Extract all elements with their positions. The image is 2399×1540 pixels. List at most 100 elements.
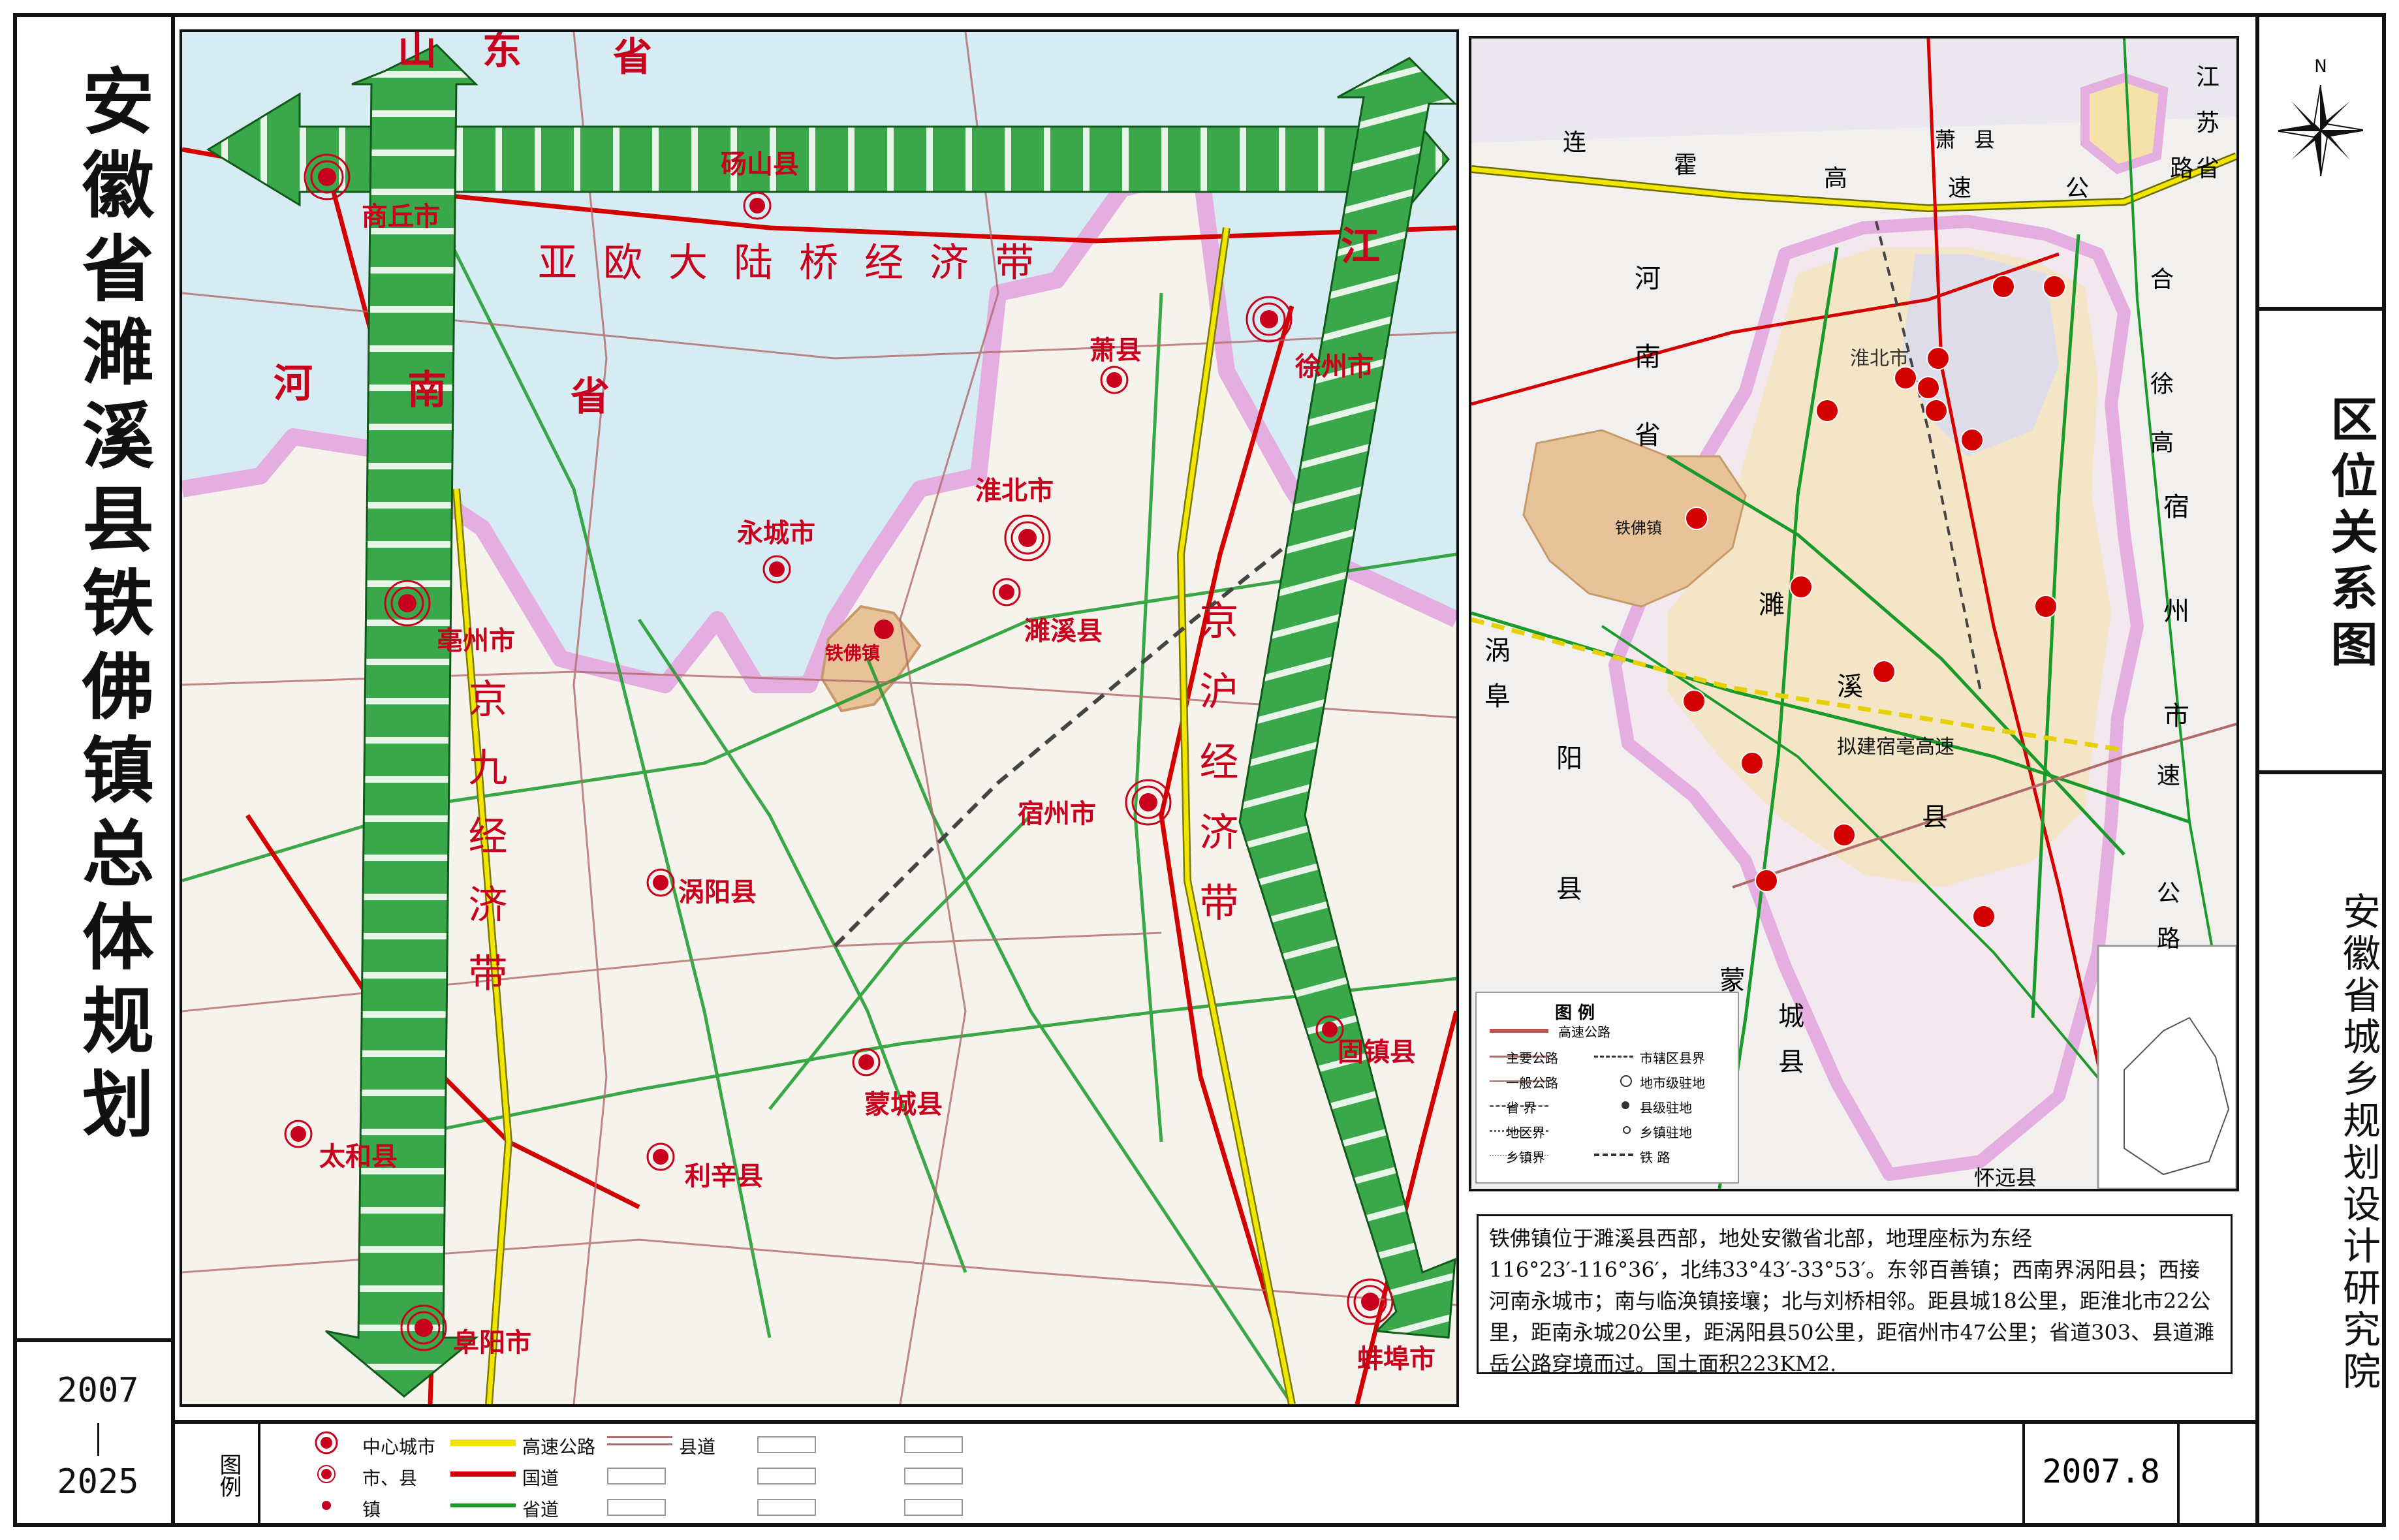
inset-label: 徐 <box>2150 371 2174 398</box>
inset-label: 阜 <box>1484 682 1511 712</box>
city-label: 商丘市 <box>362 202 440 232</box>
location-description: 铁佛镇位于濉溪县西部，地处安徽省北部，地理座标为东经116°23′-116°36… <box>1477 1214 2233 1376</box>
center-city-marker <box>301 151 353 206</box>
inset-map[interactable]: 连 霍 高 速 公 路 萧 县 江 苏 省 河 南 省 淮北市 濉 溪 县 宿 … <box>1469 36 2239 1191</box>
province-label: 山 <box>398 29 437 74</box>
corridor-label-jinghu: 京沪经济带 <box>1193 600 1238 952</box>
inset-label: 市 <box>2163 701 2189 731</box>
sheet-title: 区位关系图 <box>2323 395 2377 676</box>
legend-swatch <box>1623 1126 1631 1134</box>
inset-label: 城 <box>1778 1001 1804 1031</box>
legend-swatch <box>1622 1101 1629 1109</box>
inset-legend-item: 地区界 <box>1506 1125 1545 1140</box>
county-label: 利辛县 <box>685 1161 763 1191</box>
north-arrow: N <box>2274 52 2367 189</box>
county-marker <box>851 1047 881 1080</box>
corridor-label-eurasia: 亚欧大陆桥经济带 <box>538 240 1060 286</box>
city-label: 亳州市 <box>437 626 515 656</box>
county-marker <box>742 191 772 223</box>
inset-label: 霍 <box>1674 152 1698 179</box>
page-title: 安徽省濉溪县铁佛镇总体规划 <box>70 64 153 1150</box>
main-map[interactable]: 山 东 省 河 南 省 江 亚欧大陆桥经济带 京沪经济带 京九经济带 商丘市 徐… <box>180 29 1459 1407</box>
year-start: 2007 <box>57 1371 139 1410</box>
inset-town-label: 铁佛镇 <box>1615 515 1662 538</box>
inset-label: 合 <box>2150 266 2174 293</box>
center-city-marker <box>1243 293 1295 348</box>
inset-legend-item: 地市级驻地 <box>1640 1075 1705 1091</box>
inset-label: 拟建宿亳高速 <box>1837 736 1954 759</box>
divider <box>2177 1420 2180 1527</box>
inset-label: 公 <box>2065 175 2090 202</box>
date-label: 2007.8 <box>2042 1453 2160 1490</box>
inset-label: 县 <box>1556 874 1582 904</box>
legend-empty-box <box>904 1436 963 1453</box>
inset-label: 河 <box>1635 264 1661 294</box>
divider <box>2255 307 2386 311</box>
inset-label: 速 <box>1948 175 1972 202</box>
inset-label: 阳 <box>1556 744 1582 774</box>
county-label: 萧县 <box>1090 336 1142 366</box>
center-city-marker <box>398 1302 450 1357</box>
inset-label: 怀远县 <box>1974 1165 2037 1190</box>
legend-expressway-swatch <box>450 1439 516 1446</box>
legend-item-label: 高速公路 <box>522 1436 596 1458</box>
county-marker <box>762 554 792 587</box>
legend-empty-box <box>607 1499 666 1516</box>
inset-label: 速 <box>2157 762 2181 789</box>
inset-label: 萧 <box>1935 127 1956 152</box>
legend-item-label: 国道 <box>522 1468 559 1489</box>
province-label: 省 <box>571 374 610 420</box>
inset-label: 高 <box>1824 165 1848 192</box>
legend-national-road-swatch <box>450 1471 516 1477</box>
county-marker <box>646 868 676 900</box>
town-marker <box>874 620 894 639</box>
legend-empty-box <box>904 1499 963 1516</box>
inset-legend-item: 一般公路 <box>1506 1075 1558 1091</box>
inset-label: 公 <box>2157 880 2181 907</box>
legend-item-label: 县道 <box>679 1436 716 1458</box>
inset-label: 州 <box>2163 597 2189 627</box>
inset-legend-item: 乡镇驻地 <box>1640 1125 1692 1140</box>
divider <box>171 1420 2259 1424</box>
divider <box>2255 770 2386 774</box>
legend-item-label: 中心城市 <box>362 1436 436 1458</box>
county-marker <box>646 1142 676 1174</box>
legend-county-road-swatch <box>607 1436 672 1445</box>
town-label: 铁佛镇 <box>825 642 881 664</box>
county-label: 砀山县 <box>721 149 799 180</box>
province-label: 南 <box>407 368 447 413</box>
inset-label: 省 <box>2196 155 2220 182</box>
legend-city-county <box>307 1461 346 1490</box>
year-end: 2025 <box>57 1462 139 1501</box>
inset-legend-item: 乡镇界 <box>1506 1150 1545 1165</box>
county-marker <box>283 1119 313 1152</box>
inset-legend-item: 省 界 <box>1506 1100 1537 1116</box>
county-marker <box>992 577 1022 610</box>
divider <box>13 1338 175 1342</box>
inset-label: 溪 <box>1837 672 1863 702</box>
legend-empty-box <box>607 1468 666 1485</box>
city-label: 宿州市 <box>1018 799 1096 829</box>
city-label: 阜阳市 <box>453 1328 531 1358</box>
year-dash <box>97 1423 99 1456</box>
county-label: 固镇县 <box>1338 1037 1416 1067</box>
province-label: 河 <box>274 361 313 407</box>
county-label: 涡阳县 <box>678 877 757 907</box>
center-city-marker <box>381 577 433 632</box>
inset-label: 苏 <box>2196 110 2220 136</box>
county-label: 太和县 <box>319 1142 398 1172</box>
legend-item-label: 省道 <box>522 1499 559 1520</box>
inset-legend-item: 县级驻地 <box>1640 1100 1692 1116</box>
inset-label: 连 <box>1563 129 1587 156</box>
legend-empty-box <box>757 1436 816 1453</box>
inset-legend-title: 图 例 <box>1555 1003 1595 1023</box>
corridor-label-jingjiu: 京九经济带 <box>462 678 507 1021</box>
inset-label: 江 <box>2196 64 2220 91</box>
inset-label: 县 <box>1778 1047 1804 1077</box>
inset-label: 南 <box>1635 342 1661 372</box>
legend-empty-box <box>757 1499 816 1516</box>
inset-label: 濉 <box>1759 590 1785 620</box>
legend-swatch <box>1594 1154 1633 1156</box>
province-label: 东 <box>482 29 522 74</box>
inset-label: 淮北市 <box>1850 347 1909 370</box>
